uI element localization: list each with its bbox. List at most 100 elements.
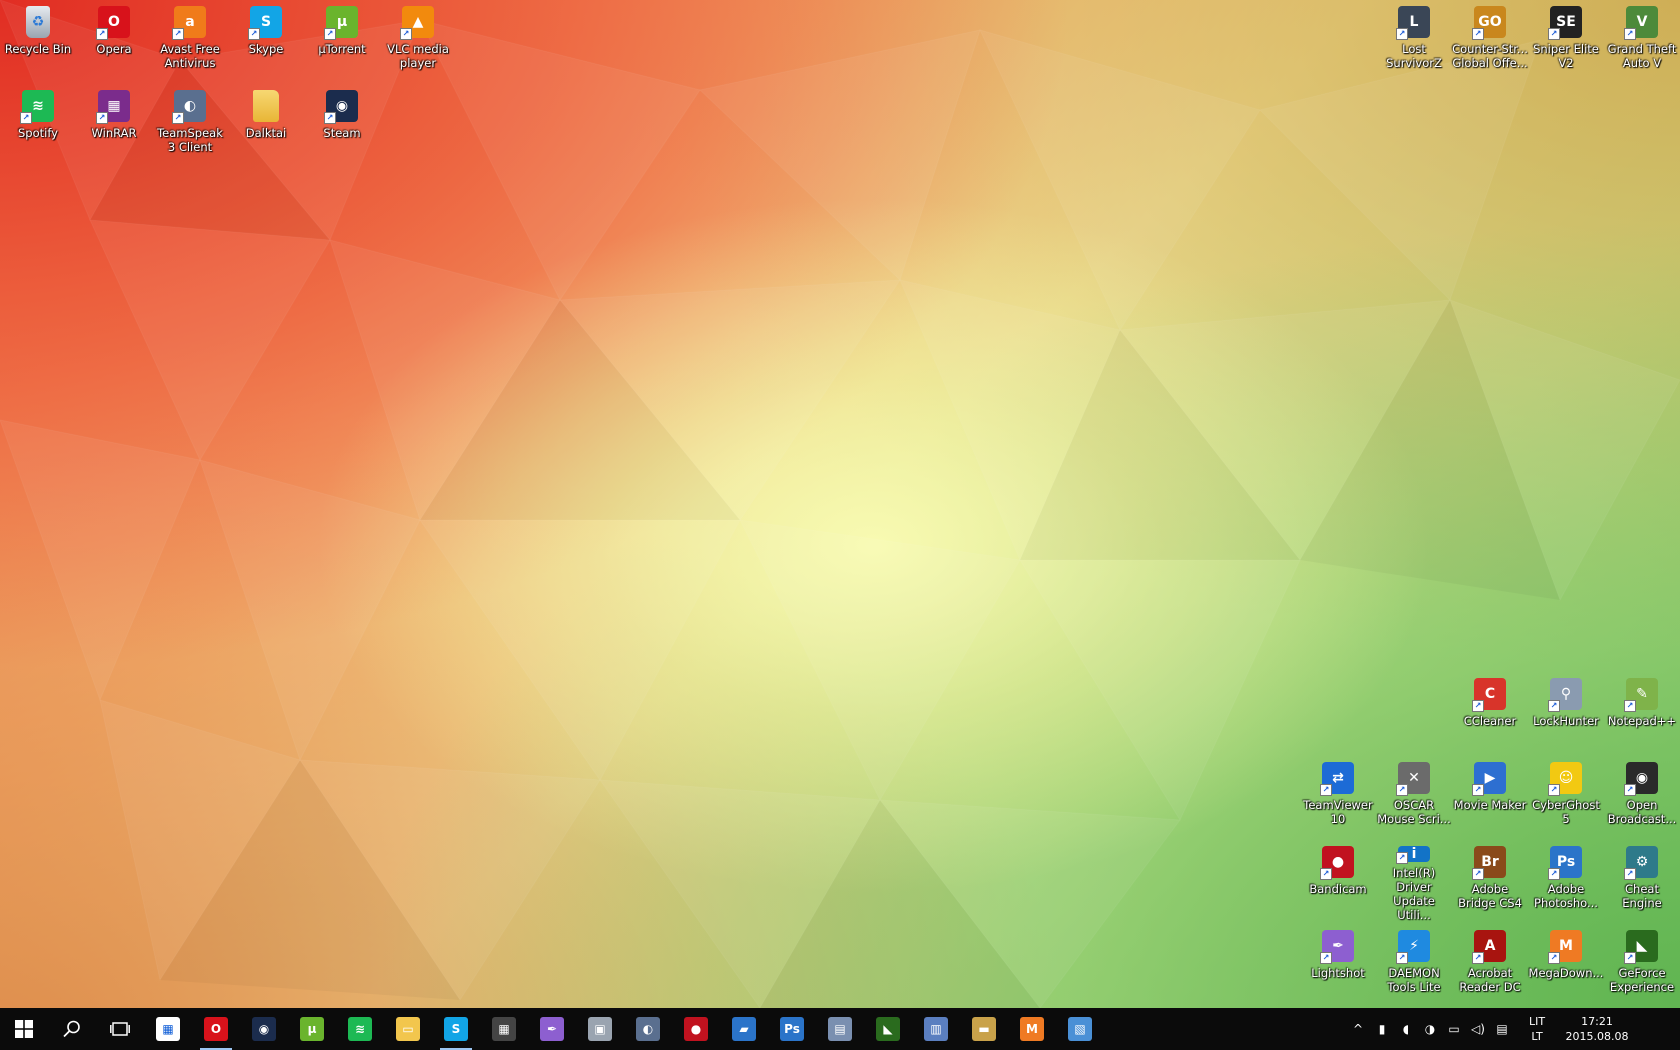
icon-glyph: ◣ bbox=[883, 1022, 893, 1036]
desktop-icon-teamviewer[interactable]: ⇄ ↗ TeamViewer 10 bbox=[1300, 756, 1376, 834]
desktop-icon-steam[interactable]: ◉ ↗ Steam bbox=[304, 84, 380, 162]
desktop-icon-label: MegaDown... bbox=[1528, 966, 1604, 980]
desktop-icon-oscar-mouse[interactable]: ✕ ↗ OSCAR Mouse Scri... bbox=[1376, 756, 1452, 834]
icon-glyph: ♻ bbox=[31, 14, 45, 30]
lightshot-icon: ✒ bbox=[540, 1017, 564, 1041]
desktop-icon-teamspeak[interactable]: ◐ ↗ TeamSpeak 3 Client bbox=[152, 84, 228, 162]
taskbar-app-system-monitor[interactable]: ▤ bbox=[816, 1008, 864, 1050]
desktop-icon-intel[interactable]: i ↗ Intel(R) Driver Update Utili... bbox=[1376, 840, 1452, 922]
taskbar-app-utorrent[interactable]: µ bbox=[288, 1008, 336, 1050]
taskbar-app-spotify[interactable]: ≋ bbox=[336, 1008, 384, 1050]
icon-glyph: ▬ bbox=[978, 1022, 990, 1036]
action-center-icon[interactable]: ▤ bbox=[1493, 1020, 1511, 1038]
desktop-icon-spotify[interactable]: ≋ ↗ Spotify bbox=[0, 84, 76, 162]
taskbar-app-control-panel[interactable]: ▧ bbox=[1056, 1008, 1104, 1050]
icon-glyph: M bbox=[1026, 1022, 1038, 1036]
desktop-icon-ccleaner[interactable]: C ↗ CCleaner bbox=[1452, 672, 1528, 750]
desktop-icon-label: Avast Free Antivirus bbox=[160, 42, 220, 70]
input-language-indicator[interactable]: LIT LT bbox=[1520, 1014, 1554, 1044]
desktop-icon-label: Adobe Bridge CS4 bbox=[1458, 882, 1522, 910]
tray-app-red-icon[interactable]: ▮ bbox=[1373, 1020, 1391, 1038]
scanner-icon: ▬ bbox=[972, 1017, 996, 1041]
desktop-icon-photoshop[interactable]: Ps ↗ Adobe Photosho... bbox=[1528, 840, 1604, 918]
lockhunter-icon: ⚲ ↗ bbox=[1548, 678, 1582, 712]
desktop-icon-label: Recycle Bin bbox=[4, 42, 72, 56]
taskbar-app-screenshot-tool[interactable]: ▣ bbox=[576, 1008, 624, 1050]
show-hidden-icons-chevron-icon[interactable]: ^ bbox=[1349, 1020, 1367, 1038]
taskbar-app-network-app[interactable]: ▥ bbox=[912, 1008, 960, 1050]
shortcut-arrow-icon: ↗ bbox=[1548, 952, 1560, 964]
tray-app-blue-icon[interactable]: ◑ bbox=[1421, 1020, 1439, 1038]
desktop-icon-acrobat[interactable]: A ↗ Acrobat Reader DC bbox=[1452, 924, 1528, 1002]
taskbar-app-steam[interactable]: ◉ bbox=[240, 1008, 288, 1050]
desktop-icon-notepadpp[interactable]: ✎ ↗ Notepad++ bbox=[1604, 672, 1680, 750]
desktop-icon-label: Intel(R) Driver Update Utili... bbox=[1392, 866, 1436, 922]
start-button[interactable] bbox=[0, 1008, 48, 1050]
volume-icon[interactable]: ◁) bbox=[1469, 1020, 1487, 1038]
taskbar-app-store[interactable]: ▦ bbox=[144, 1008, 192, 1050]
search-button[interactable] bbox=[48, 1008, 96, 1050]
desktop-icon-lightshot[interactable]: ✒ ↗ Lightshot bbox=[1300, 924, 1376, 1002]
taskbar-app-skype[interactable]: S bbox=[432, 1008, 480, 1050]
windows-start-icon bbox=[15, 1020, 33, 1038]
taskbar-app-megadownloader[interactable]: M bbox=[1008, 1008, 1056, 1050]
desktop-icon-avast[interactable]: a ↗ Avast Free Antivirus bbox=[152, 0, 228, 78]
desktop-icon-csgo[interactable]: GO ↗ Counter-Str... Global Offe... bbox=[1452, 0, 1528, 78]
desktop-icon-vlc[interactable]: ▲ ↗ VLC media player bbox=[380, 0, 456, 78]
icon-glyph: V bbox=[1636, 14, 1648, 30]
steam-icon: ◉ ↗ bbox=[324, 90, 358, 124]
taskbar-pinned-apps: ▦ O ◉ µ ≋ ▭ S ▦ ✒ ▣ ◐ ● ▰ Ps ▤ ◣ ▥ ▬ M ▧ bbox=[144, 1008, 1104, 1050]
desktop-icon-sniper-elite[interactable]: SE ↗ Sniper Elite V2 bbox=[1528, 0, 1604, 78]
desktop-icon-geforce[interactable]: ◣ ↗ GeForce Experience bbox=[1604, 924, 1680, 1002]
taskbar-app-opera[interactable]: O bbox=[192, 1008, 240, 1050]
skype-icon: S bbox=[444, 1017, 468, 1041]
desktop-icon-cyberghost[interactable]: ☺ ↗ CyberGhost 5 bbox=[1528, 756, 1604, 834]
desktop-icon-label: WinRAR bbox=[91, 126, 137, 140]
desktop-icon-folder[interactable]: Dalktai bbox=[228, 84, 304, 162]
desktop-icon-daemon-tools[interactable]: ⚡ ↗ DAEMON Tools Lite bbox=[1376, 924, 1452, 1002]
desktop-icon-cheat-engine[interactable]: ⚙ ↗ Cheat Engine bbox=[1604, 840, 1680, 918]
desktop-icon-movie-maker[interactable]: ▶ ↗ Movie Maker bbox=[1452, 756, 1528, 834]
tray-app-orange-icon[interactable]: ◖ bbox=[1397, 1020, 1415, 1038]
shortcut-arrow-icon: ↗ bbox=[172, 28, 184, 40]
language-line-2: LT bbox=[1531, 1030, 1543, 1043]
taskbar-app-geforce[interactable]: ◣ bbox=[864, 1008, 912, 1050]
taskbar-app-teamspeak[interactable]: ◐ bbox=[624, 1008, 672, 1050]
taskbar-app-calculator[interactable]: ▦ bbox=[480, 1008, 528, 1050]
desktop-icon-skype[interactable]: S ↗ Skype bbox=[228, 0, 304, 78]
icon-glyph: ▦ bbox=[498, 1022, 510, 1036]
file-explorer-icon: ▭ bbox=[396, 1017, 420, 1041]
network-icon[interactable]: ▭ bbox=[1445, 1020, 1463, 1038]
desktop-icon-recycle-bin[interactable]: ♻ Recycle Bin bbox=[0, 0, 76, 78]
taskbar-app-photoshop[interactable]: Ps bbox=[768, 1008, 816, 1050]
desktop-icon-utorrent[interactable]: µ ↗ µTorrent bbox=[304, 0, 380, 78]
photoshop-icon: Ps ↗ bbox=[1548, 846, 1582, 880]
desktop-icon-lockhunter[interactable]: ⚲ ↗ LockHunter bbox=[1528, 672, 1604, 750]
desktop-icon-gta[interactable]: V ↗ Grand Theft Auto V bbox=[1604, 0, 1680, 78]
desktop-icon-obs[interactable]: ◉ ↗ Open Broadcast... bbox=[1604, 756, 1680, 834]
desktop-icon-bandicam[interactable]: ● ↗ Bandicam bbox=[1300, 840, 1376, 918]
taskbar-app-bandicam[interactable]: ● bbox=[672, 1008, 720, 1050]
spotify-icon: ≋ ↗ bbox=[20, 90, 54, 124]
icon-glyph: ▧ bbox=[1074, 1022, 1086, 1036]
taskbar-app-lightshot[interactable]: ✒ bbox=[528, 1008, 576, 1050]
desktop-icon-lost-survivorz[interactable]: L ↗ Lost SurvivorZ bbox=[1376, 0, 1452, 78]
task-view-button[interactable] bbox=[96, 1008, 144, 1050]
desktop-icon-label: Adobe Photosho... bbox=[1534, 882, 1598, 910]
desktop-icon-megadownloader[interactable]: M ↗ MegaDown... bbox=[1528, 924, 1604, 1002]
desktop-icon-opera[interactable]: O ↗ Opera bbox=[76, 0, 152, 78]
desktop-icon-winrar[interactable]: ▦ ↗ WinRAR bbox=[76, 84, 152, 162]
sniper-elite-icon: SE ↗ bbox=[1548, 6, 1582, 40]
movie-maker-icon: ▶ ↗ bbox=[1472, 762, 1506, 796]
taskbar-app-remote-desktop[interactable]: ▰ bbox=[720, 1008, 768, 1050]
taskbar-app-scanner[interactable]: ▬ bbox=[960, 1008, 1008, 1050]
desktop-icon-label: Lightshot bbox=[1311, 966, 1365, 980]
megadownloader-icon: M ↗ bbox=[1548, 930, 1582, 964]
taskbar-app-file-explorer[interactable]: ▭ bbox=[384, 1008, 432, 1050]
clock[interactable]: 17:21 2015.08.08 bbox=[1558, 1014, 1636, 1044]
desktop-icon-label: CyberGhost 5 bbox=[1532, 798, 1600, 826]
geforce-icon: ◣ ↗ bbox=[1624, 930, 1658, 964]
show-desktop-button[interactable] bbox=[1636, 1008, 1680, 1050]
icon-glyph: C bbox=[1484, 686, 1496, 702]
desktop-icon-adobe-bridge[interactable]: Br ↗ Adobe Bridge CS4 bbox=[1452, 840, 1528, 918]
